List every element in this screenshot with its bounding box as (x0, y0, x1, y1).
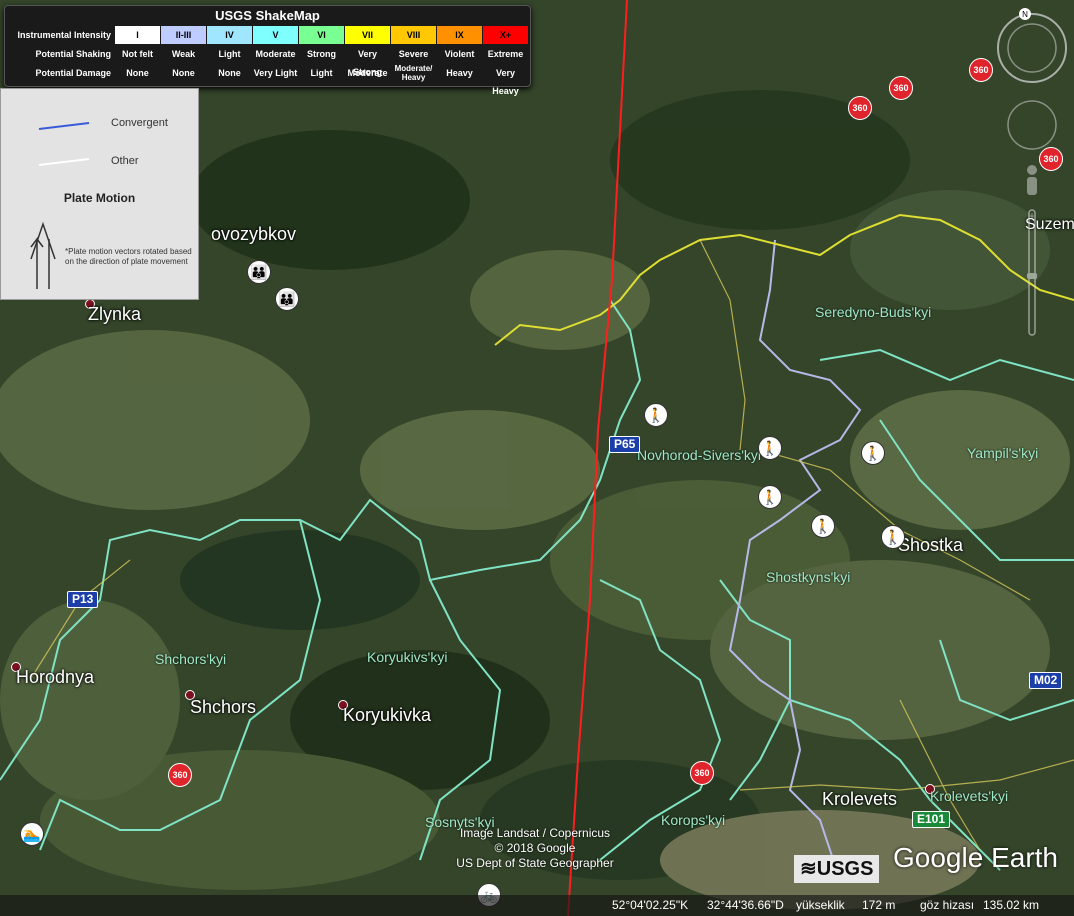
damage-cell: None (126, 68, 149, 78)
district-label[interactable]: Seredyno-Buds'kyi (815, 304, 931, 320)
streetview-360-icon[interactable]: 360 (969, 58, 993, 82)
town-label-zlynka[interactable]: Zlynka (88, 304, 141, 325)
legend-row-label: Instrumental Intensity (17, 30, 111, 40)
road-shield-m02: M02 (1029, 672, 1063, 689)
svg-text:+: + (1028, 209, 1035, 223)
legend-row-damage: Potential Damage None None None Very Lig… (5, 64, 529, 96)
damage-cell: Heavy (446, 68, 473, 78)
damage-cell: Very Light (253, 68, 298, 78)
town-label-shostka[interactable]: Shostka (898, 535, 963, 556)
imagery-credits: Image Landsat / Copernicus © 2018 Google… (445, 826, 625, 871)
road-shield-p65: P65 (609, 436, 641, 453)
legend-title: USGS ShakeMap (215, 8, 320, 23)
latitude-readout: 52°04'02.25"K (612, 898, 689, 912)
legend-row-label: Potential Shaking (35, 49, 111, 59)
intensity-cell: II-III (161, 26, 206, 44)
credit-line: US Dept of State Geographer (456, 856, 614, 870)
shaking-cell: Violent (444, 49, 475, 59)
legend-other: Other (111, 155, 139, 167)
legend-convergent: Convergent (111, 117, 168, 129)
town-label-shchors[interactable]: Shchors (190, 697, 256, 718)
plate-legend: Convergent Other Plate Motion *Plate mot… (0, 88, 199, 300)
hiking-icon[interactable]: 🚶 (881, 525, 905, 549)
shaking-cell: Very Strong (353, 49, 382, 77)
damage-cell: None (218, 68, 241, 78)
town-label-novozybkov[interactable]: Novozybkov (211, 224, 296, 245)
district-label[interactable]: Shchors'kyi (155, 651, 226, 667)
road-shield-e101: E101 (912, 811, 951, 828)
shaking-cell: Light (218, 49, 241, 59)
district-label[interactable]: Shostkyns'kyi (766, 569, 850, 585)
town-label-krolevets[interactable]: Krolevets (822, 789, 897, 810)
damage-cell: Moderate (347, 68, 388, 78)
longitude-readout: 32°44'36.66"D (707, 898, 784, 912)
streetview-360-icon[interactable]: 360 (848, 96, 872, 120)
shaking-cell: Weak (171, 49, 196, 59)
shaking-cell: Strong (307, 49, 336, 59)
damage-cell: None (172, 68, 195, 78)
people-icon[interactable]: 👪 (275, 287, 299, 311)
compass-icon[interactable]: N (997, 8, 1067, 83)
intensity-cell: V (253, 26, 298, 44)
svg-text:N: N (1022, 10, 1028, 19)
streetview-360-icon[interactable]: 360 (690, 761, 714, 785)
intensity-cell: VI (299, 26, 344, 44)
shaking-cell: Extreme (487, 49, 524, 59)
google-earth-logo: Google Earth (893, 842, 1058, 873)
intensity-cell: I (115, 26, 160, 44)
usgs-logo: ≋USGS (794, 855, 880, 883)
shaking-cell: Severe (398, 49, 429, 59)
legend-row-shaking: Potential Shaking Not felt Weak Light Mo… (5, 45, 529, 77)
district-label[interactable]: Yampil's'kyi (967, 445, 1038, 461)
credit-line: Image Landsat / Copernicus (459, 826, 611, 840)
street-view-pegman-icon[interactable] (1027, 165, 1037, 195)
district-label[interactable]: Koryukivs'kyi (367, 649, 447, 665)
eye-altitude-value: 135.02 km (983, 898, 1040, 912)
district-label[interactable]: Krolevets'kyi (930, 788, 1008, 804)
navigation-controls[interactable]: N + (995, 5, 1070, 345)
legend-row-label: Potential Damage (35, 68, 111, 78)
legend-row-intensity: Instrumental Intensity I II-III IV V VI … (5, 26, 529, 44)
streetview-360-icon[interactable]: 360 (889, 76, 913, 100)
plate-motion-title: Plate Motion (63, 191, 136, 205)
shakemap-legend: USGS ShakeMap Instrumental Intensity I I… (4, 5, 531, 96)
district-label[interactable]: Novhorod-Sivers'kyi (637, 447, 761, 463)
shaking-cell: Not felt (122, 49, 153, 59)
status-bar: 52°04'02.25"K 32°44'36.66"D yükseklik 17… (0, 895, 1074, 916)
elevation-label: yükseklik (796, 898, 845, 912)
swimming-icon[interactable]: 🏊 (20, 822, 44, 846)
hiking-icon[interactable]: 🚶 (644, 403, 668, 427)
hiking-icon[interactable]: 🚶 (811, 514, 835, 538)
hiking-icon[interactable]: 🚶 (861, 441, 885, 465)
damage-cell: Very Heavy (492, 68, 519, 96)
intensity-cell: VII (345, 26, 390, 44)
town-label-koryukivka[interactable]: Koryukivka (343, 705, 431, 726)
plate-motion-note: *Plate motion vectors rotated based on t… (65, 247, 192, 266)
intensity-cell: IX (437, 26, 482, 44)
road-shield-p13: P13 (67, 591, 99, 608)
look-joystick-icon[interactable] (1007, 100, 1057, 150)
district-label[interactable]: Korops'kyi (661, 812, 725, 828)
shaking-cell: Moderate (255, 49, 296, 59)
elevation-value: 172 m (862, 898, 896, 912)
damage-cell: Moderate/ Heavy (394, 64, 433, 82)
damage-cell: Light (310, 68, 333, 78)
town-label-horodnya[interactable]: Horodnya (16, 667, 94, 688)
intensity-cell: IV (207, 26, 252, 44)
hiking-icon[interactable]: 🚶 (758, 485, 782, 509)
intensity-cell: X+ (483, 26, 528, 44)
zoom-slider[interactable]: + (1027, 209, 1037, 336)
people-icon[interactable]: 👪 (247, 260, 271, 284)
eye-altitude-label: göz hizası (920, 898, 975, 912)
streetview-360-icon[interactable]: 360 (168, 763, 192, 787)
intensity-cell: VIII (391, 26, 436, 44)
hiking-icon[interactable]: 🚶 (758, 436, 782, 460)
credit-line: © 2018 Google (494, 841, 576, 855)
